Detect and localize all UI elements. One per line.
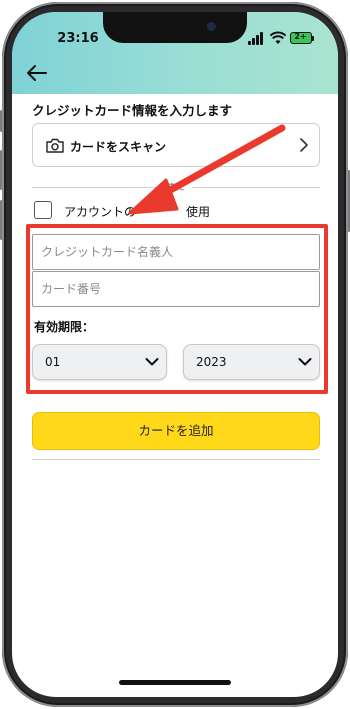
add-card-button[interactable]: カードを追加 (32, 412, 320, 450)
scan-card-button[interactable]: カードをスキャン (32, 123, 320, 167)
use-account-label-tail: 使用 (186, 205, 211, 219)
front-camera (207, 22, 216, 31)
signal-bar-3 (256, 35, 259, 45)
annotation-highlight-box (26, 224, 328, 394)
use-account-label-head: アカウントの (64, 205, 137, 219)
use-account-label: アカウントの 使用 (64, 203, 210, 220)
or-divider: また (32, 180, 320, 194)
wifi-icon (270, 31, 286, 44)
arrow-left-icon[interactable] (26, 64, 48, 82)
notch (103, 12, 247, 43)
chevron-right-icon (300, 138, 308, 152)
signal-bar-2 (252, 38, 255, 45)
signal-bar-4 (260, 32, 263, 45)
status-icons: 2+ (248, 31, 320, 45)
camera-icon (46, 138, 64, 153)
signal-bar-1 (248, 41, 251, 45)
battery-icon: 2+ (290, 32, 312, 44)
home-indicator (119, 680, 231, 685)
page-title: クレジットカード情報を入力します (32, 103, 233, 118)
battery-cap (312, 36, 314, 41)
screenshot-stage: 23:16 2+ クレジットカード情報を入力します カードをスキャン また アカ… (0, 0, 350, 709)
divider-line-left (32, 187, 160, 188)
use-account-checkbox[interactable] (34, 201, 52, 219)
or-divider-text: また (166, 183, 185, 193)
battery-level: 2+ (294, 32, 307, 41)
status-time: 23:16 (57, 31, 99, 46)
scan-card-label: カードをスキャン (70, 140, 167, 154)
divider-line-right (192, 187, 320, 188)
use-account-checkbox-row[interactable]: アカウントの 使用 (34, 200, 320, 222)
bottom-divider (32, 459, 320, 460)
phone-screen: 23:16 2+ クレジットカード情報を入力します カードをスキャン また アカ… (12, 12, 338, 697)
